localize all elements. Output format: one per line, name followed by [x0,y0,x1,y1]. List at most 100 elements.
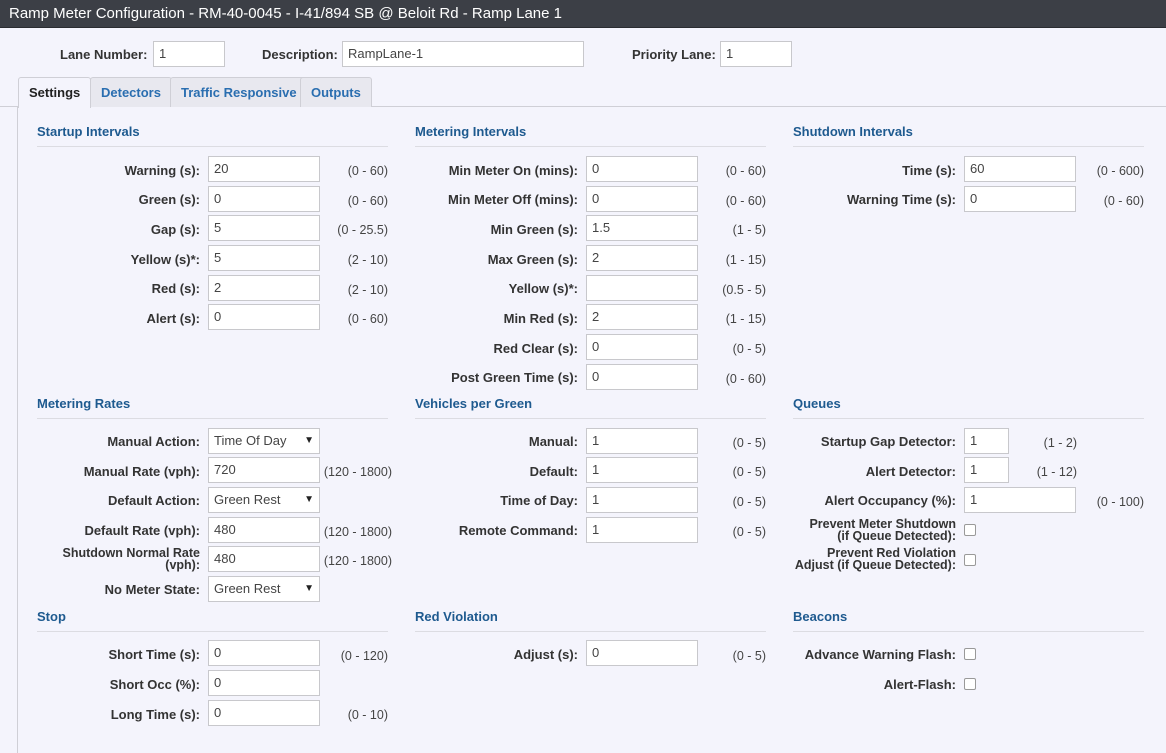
startup-intervals-title: Startup Intervals [37,124,140,139]
red-input[interactable]: 2 [208,275,320,301]
vpg-default-input[interactable]: 1 [586,457,698,483]
long-time-input[interactable]: 0 [208,700,320,726]
green-range: (0 - 60) [347,194,388,208]
section-divider [415,631,766,632]
no-meter-state-value: Green Rest [214,581,281,596]
vehicles-per-green-title: Vehicles per Green [415,396,533,411]
advance-warning-flash-label: Advance Warning Flash: [804,647,956,662]
shutdown-warning-time-label: Warning Time (s): [846,192,956,207]
shutdown-normal-rate-range: (120 - 1800) [323,554,392,568]
warning-input[interactable]: 20 [208,156,320,182]
vpg-manual-label: Manual: [528,434,578,449]
max-green-input[interactable]: 2 [586,245,698,271]
red-clear-input[interactable]: 0 [586,334,698,360]
min-green-range: (1 - 5) [732,223,766,237]
default-rate-label: Default Rate (vph): [84,523,200,538]
alert-detector-input[interactable]: 1 [964,457,1009,483]
min-meter-off-range: (0 - 60) [725,194,766,208]
no-meter-state-select[interactable]: Green Rest ▼ [208,576,320,602]
advance-warning-flash-checkbox[interactable] [964,648,976,660]
max-green-label: Max Green (s): [487,252,578,267]
red-label: Red (s): [151,281,200,296]
tab-detectors[interactable]: Detectors [90,77,172,107]
metering-yellow-input[interactable] [586,275,698,301]
metering-yellow-range: (0.5 - 5) [722,283,766,297]
alert-occupancy-input[interactable]: 1 [964,487,1076,513]
vpg-remote-command-range: (0 - 5) [732,525,766,539]
gap-range: (0 - 25.5) [337,223,388,237]
min-red-label: Min Red (s): [503,311,578,326]
manual-action-label: Manual Action: [107,434,200,449]
post-green-time-label: Post Green Time (s): [451,370,578,385]
shutdown-time-input[interactable]: 60 [964,156,1076,182]
alert-range: (0 - 60) [347,312,388,326]
min-green-input[interactable]: 1.5 [586,215,698,241]
min-meter-on-label: Min Meter On (mins): [448,163,578,178]
red-clear-label: Red Clear (s): [493,341,578,356]
description-label: Description: [262,47,338,62]
green-input[interactable]: 0 [208,186,320,212]
red-violation-adjust-input[interactable]: 0 [586,640,698,666]
post-green-time-input[interactable]: 0 [586,364,698,390]
short-time-input[interactable]: 0 [208,640,320,666]
tab-outputs[interactable]: Outputs [300,77,372,107]
warning-range: (0 - 60) [347,164,388,178]
prevent-red-violation-line2: Adjust (if Queue Detected): [794,558,956,572]
shutdown-warning-time-range: (0 - 60) [1103,194,1144,208]
lane-number-label: Lane Number: [60,47,148,62]
manual-rate-range: (120 - 1800) [323,465,392,479]
stop-title: Stop [37,609,66,624]
alert-input[interactable]: 0 [208,304,320,330]
section-divider [793,418,1144,419]
vpg-remote-command-input[interactable]: 1 [586,517,698,543]
default-action-value: Green Rest [214,492,281,507]
default-action-label: Default Action: [108,493,200,508]
default-action-select[interactable]: Green Rest ▼ [208,487,320,513]
min-meter-on-range: (0 - 60) [725,164,766,178]
priority-lane-input[interactable]: 1 [720,41,792,67]
vpg-remote-command-label: Remote Command: [458,523,578,538]
prevent-red-violation-checkbox[interactable] [964,554,976,566]
startup-gap-detector-label: Startup Gap Detector: [820,434,956,449]
short-occ-input[interactable]: 0 [208,670,320,696]
prevent-meter-shutdown-checkbox[interactable] [964,524,976,536]
vpg-manual-input[interactable]: 1 [586,428,698,454]
post-green-time-range: (0 - 60) [725,372,766,386]
vpg-time-of-day-input[interactable]: 1 [586,487,698,513]
yellow-label: Yellow (s)*: [130,252,200,267]
min-red-input[interactable]: 2 [586,304,698,330]
manual-action-select[interactable]: Time Of Day ▼ [208,428,320,454]
shutdown-time-label: Time (s): [902,163,956,178]
alert-label: Alert (s): [146,311,200,326]
yellow-input[interactable]: 5 [208,245,320,271]
section-divider [37,146,388,147]
alert-flash-checkbox[interactable] [964,678,976,690]
max-green-range: (1 - 15) [725,253,766,267]
startup-gap-detector-range: (1 - 2) [1043,436,1077,450]
priority-lane-label: Priority Lane: [632,47,716,62]
red-range: (2 - 10) [347,283,388,297]
section-divider [415,146,766,147]
chevron-down-icon: ▼ [304,435,314,446]
startup-gap-detector-input[interactable]: 1 [964,428,1009,454]
alert-occupancy-label: Alert Occupancy (%): [824,493,956,508]
manual-rate-input[interactable]: 720 [208,457,320,483]
shutdown-normal-rate-input[interactable]: 480 [208,546,320,572]
metering-intervals-title: Metering Intervals [415,124,527,139]
tab-settings[interactable]: Settings [18,77,92,108]
min-meter-on-input[interactable]: 0 [586,156,698,182]
min-meter-off-input[interactable]: 0 [586,186,698,212]
warning-label: Warning (s): [124,163,200,178]
queues-title: Queues [793,396,841,411]
description-input[interactable]: RampLane-1 [342,41,584,67]
config-panel: Lane Number: 1 Description: RampLane-1 P… [0,28,1166,753]
shutdown-warning-time-input[interactable]: 0 [964,186,1076,212]
default-rate-input[interactable]: 480 [208,517,320,543]
gap-input[interactable]: 5 [208,215,320,241]
metering-yellow-label: Yellow (s)*: [508,281,578,296]
tab-traffic-responsive[interactable]: Traffic Responsive [170,77,308,107]
vpg-default-label: Default: [529,464,578,479]
gap-label: Gap (s): [150,222,200,237]
shutdown-normal-rate-label-line2: (vph): [165,558,200,572]
lane-number-input[interactable]: 1 [153,41,225,67]
